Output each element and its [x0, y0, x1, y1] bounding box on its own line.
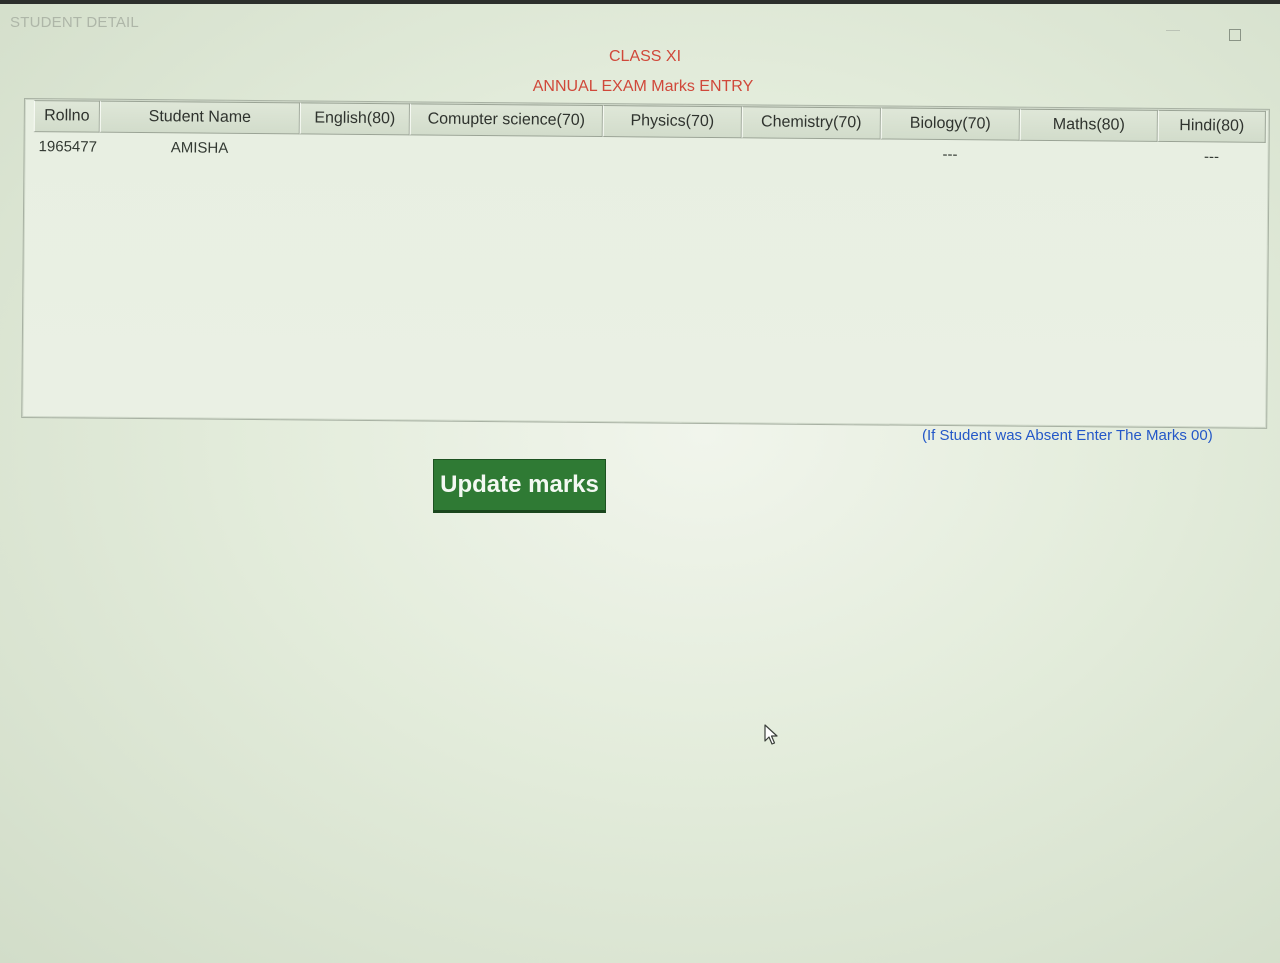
- column-header-english[interactable]: English(80): [299, 102, 410, 136]
- column-header-computer-science[interactable]: Comupter science(70): [409, 103, 603, 138]
- update-marks-button[interactable]: Update marks: [433, 459, 606, 513]
- cell-student-name[interactable]: AMISHA: [99, 135, 299, 161]
- cell-chemistry[interactable]: [741, 140, 880, 165]
- cell-computer-science[interactable]: [409, 137, 602, 163]
- absent-note: (If Student was Absent Enter The Marks 0…: [922, 427, 1213, 444]
- minimize-button[interactable]: —: [1166, 22, 1180, 36]
- cell-biology[interactable]: ---: [880, 141, 1019, 166]
- class-heading: CLASS XI: [608, 48, 682, 65]
- column-header-chemistry[interactable]: Chemistry(70): [741, 106, 881, 140]
- cell-physics[interactable]: [602, 139, 741, 164]
- window-title: STUDENT DETAIL: [10, 14, 139, 31]
- cell-english[interactable]: [299, 136, 409, 161]
- column-header-maths[interactable]: Maths(80): [1019, 108, 1158, 142]
- column-header-hindi[interactable]: Hindi(80): [1157, 109, 1266, 143]
- maximize-icon[interactable]: [1229, 29, 1241, 41]
- cell-hindi[interactable]: ---: [1157, 144, 1265, 169]
- column-header-rollno[interactable]: Rollno: [33, 100, 100, 133]
- cell-maths[interactable]: [1019, 143, 1157, 168]
- exam-entry-heading: ANNUAL EXAM Marks ENTRY: [532, 78, 754, 95]
- column-header-student-name[interactable]: Student Name: [99, 100, 300, 135]
- column-header-biology[interactable]: Biology(70): [880, 107, 1020, 141]
- column-header-physics[interactable]: Physics(70): [602, 105, 742, 139]
- mouse-pointer-icon: [764, 724, 778, 745]
- window-top-edge: [0, 0, 1280, 4]
- cell-rollno[interactable]: 1965477: [33, 134, 99, 159]
- marks-grid[interactable]: Rollno Student Name English(80) Comupter…: [21, 98, 1270, 429]
